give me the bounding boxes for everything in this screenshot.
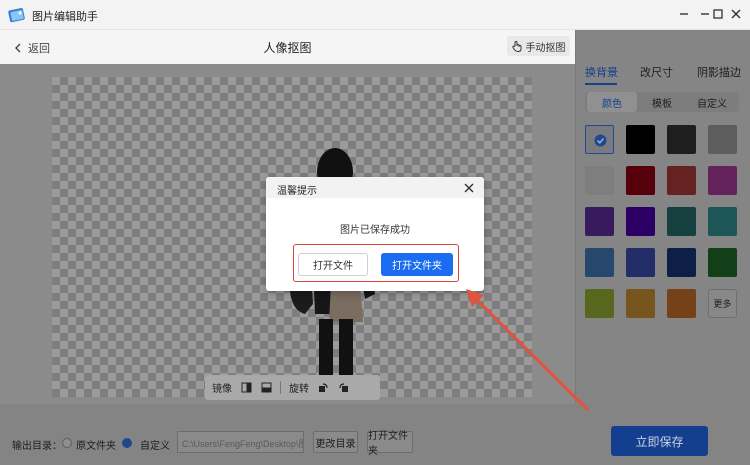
more-colors-button[interactable]: 更多 [708, 289, 737, 318]
right-panel: 换背景 改尺寸 阴影描边 颜色 模板 自定义 更多 [575, 30, 750, 404]
original-folder-label: 原文件夹 [76, 441, 116, 452]
check-circle-icon [594, 134, 607, 147]
color-swatch[interactable] [667, 207, 696, 236]
dialog-close-icon[interactable] [463, 182, 475, 194]
background-subtabs: 颜色 模板 自定义 [585, 92, 739, 112]
dialog-title: 温馨提示 [277, 186, 317, 197]
color-swatch[interactable] [667, 166, 696, 195]
color-swatch[interactable] [667, 289, 696, 318]
tab-change-background[interactable]: 换背景 [585, 64, 618, 80]
title-bar: 图片编辑助手 [0, 0, 750, 30]
rotate-right-icon[interactable] [317, 382, 329, 394]
app-title: 图片编辑助手 [32, 11, 98, 23]
open-file-button[interactable]: 打开文件 [298, 253, 368, 276]
swatch-transparent-selected[interactable] [585, 125, 614, 154]
tab-shadow-stroke[interactable]: 阴影描边 [697, 64, 741, 80]
tab-resize[interactable]: 改尺寸 [640, 64, 673, 80]
open-folder-button[interactable]: 打开文件夹 [381, 253, 453, 276]
color-swatch[interactable] [708, 125, 737, 154]
image-toolbar: 镜像 旋转 [205, 375, 380, 400]
editor-header: 返回 人像抠图 手动抠图 [0, 30, 575, 64]
open-folder-bottom-button[interactable]: 打开文件夹 [367, 431, 413, 457]
change-dir-button[interactable]: 更改目录 [313, 431, 358, 453]
custom-folder-label: 自定义 [140, 441, 170, 452]
maximize-icon[interactable] [710, 6, 726, 22]
color-swatch[interactable] [708, 166, 737, 195]
flip-horizontal-icon[interactable] [240, 382, 252, 394]
flip-vertical-icon[interactable] [260, 382, 272, 394]
panel-tabs: 换背景 改尺寸 阴影描边 [576, 64, 750, 85]
rotate-label: 旋转 [289, 384, 309, 395]
color-swatch[interactable] [585, 166, 614, 195]
mirror-label: 镜像 [212, 384, 232, 395]
manual-cutout-label: 手动抠图 [525, 42, 566, 54]
color-swatch[interactable] [667, 125, 696, 154]
subtab-custom[interactable]: 自定义 [687, 92, 737, 112]
color-swatch[interactable] [585, 248, 614, 277]
app-logo-icon [8, 8, 25, 23]
toolbar-divider [280, 381, 281, 394]
active-tab-indicator [585, 83, 617, 85]
dialog-header: 温馨提示 [266, 177, 484, 198]
app-window: 图片编辑助手 返回 人像抠图 手动抠图 镜像 旋转 换背景 改尺寸 阴影描边 颜… [0, 0, 750, 465]
color-swatch[interactable] [708, 207, 737, 236]
output-path-field[interactable]: C:\Users\FengFeng\Desktop\图片 [177, 431, 304, 453]
radio-original-folder[interactable] [62, 438, 72, 448]
close-icon[interactable] [728, 6, 744, 22]
radio-custom-folder[interactable] [122, 438, 132, 448]
color-swatch[interactable] [585, 289, 614, 318]
color-swatch[interactable] [626, 166, 655, 195]
subtab-color[interactable]: 颜色 [587, 92, 637, 112]
save-success-dialog: 温馨提示 图片已保存成功 打开文件 打开文件夹 [266, 177, 484, 291]
page-title: 人像抠图 [263, 41, 312, 55]
subtab-template[interactable]: 模板 [637, 92, 687, 112]
minimize-icon[interactable] [676, 6, 692, 22]
output-dir-label: 输出目录： [12, 441, 62, 452]
color-swatch[interactable] [626, 248, 655, 277]
color-swatch[interactable] [585, 207, 614, 236]
color-swatch[interactable] [708, 248, 737, 277]
color-swatch[interactable] [626, 125, 655, 154]
color-swatch[interactable] [667, 248, 696, 277]
color-swatch[interactable] [626, 207, 655, 236]
bottom-bar: 输出目录： 原文件夹 自定义 C:\Users\FengFeng\Desktop… [0, 404, 750, 465]
dialog-message: 图片已保存成功 [340, 225, 410, 236]
color-swatch[interactable] [626, 289, 655, 318]
save-now-button[interactable]: 立即保存 [611, 426, 708, 456]
rotate-left-icon[interactable] [337, 382, 349, 394]
manual-cutout-button[interactable]: 手动抠图 [507, 36, 570, 56]
hand-icon [511, 40, 521, 52]
